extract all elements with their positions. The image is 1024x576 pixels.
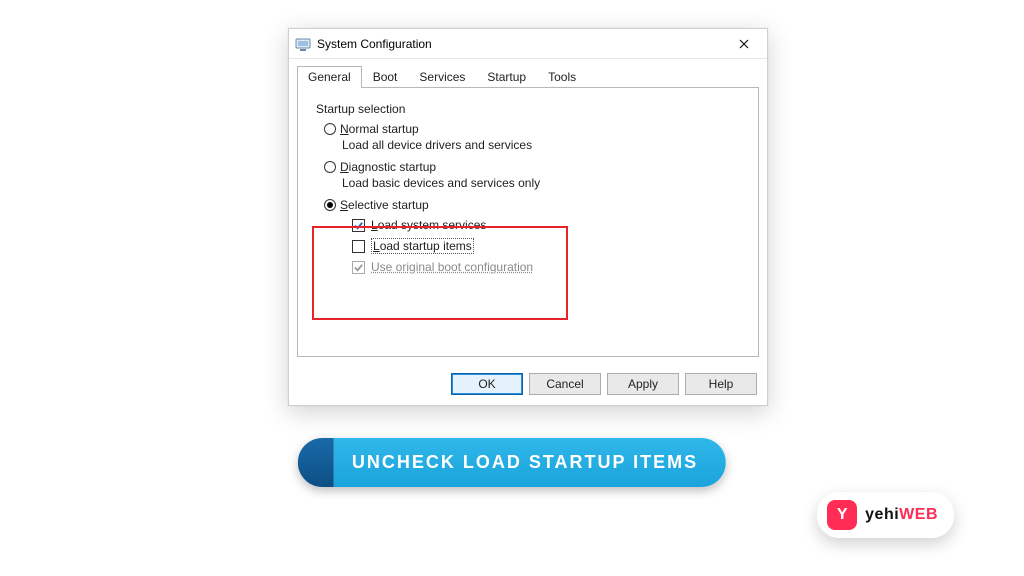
tab-services[interactable]: Services bbox=[408, 66, 476, 88]
logo-text: yehiWEB bbox=[865, 506, 938, 524]
radio-selective-startup[interactable]: Selective startup bbox=[324, 198, 742, 212]
msconfig-window: System Configuration General Boot Servic… bbox=[288, 28, 768, 406]
dialog-button-bar: OK Cancel Apply Help bbox=[289, 365, 767, 405]
tab-general[interactable]: General bbox=[297, 66, 362, 88]
help-button[interactable]: Help bbox=[685, 373, 757, 395]
tab-tools[interactable]: Tools bbox=[537, 66, 587, 88]
checkbox-icon bbox=[352, 261, 365, 274]
checkbox-load-system-services[interactable]: Load system services bbox=[352, 218, 742, 232]
checkbox-label: Use original boot configuration bbox=[371, 260, 533, 274]
tab-startup[interactable]: Startup bbox=[476, 66, 537, 88]
titlebar: System Configuration bbox=[289, 29, 767, 59]
radio-diagnostic-startup[interactable]: Diagnostic startup bbox=[324, 160, 742, 174]
radio-label: Selective startup bbox=[340, 198, 429, 212]
radio-icon bbox=[324, 161, 336, 173]
radio-label: Normal startup bbox=[340, 122, 419, 136]
radio-normal-startup[interactable]: Normal startup bbox=[324, 122, 742, 136]
startup-selection-label: Startup selection bbox=[316, 102, 742, 116]
cancel-button[interactable]: Cancel bbox=[529, 373, 601, 395]
checkbox-label: Load startup items bbox=[371, 238, 474, 254]
normal-startup-desc: Load all device drivers and services bbox=[342, 138, 742, 152]
radio-label: Diagnostic startup bbox=[340, 160, 436, 174]
caption-accent bbox=[298, 438, 334, 487]
radio-icon bbox=[324, 199, 336, 211]
checkbox-label: Load system services bbox=[371, 218, 486, 232]
apply-button[interactable]: Apply bbox=[607, 373, 679, 395]
checkbox-icon bbox=[352, 240, 365, 253]
close-button[interactable] bbox=[727, 33, 761, 55]
checkbox-load-startup-items[interactable]: Load startup items bbox=[352, 238, 742, 254]
tab-panel-general: Startup selection Normal startup Load al… bbox=[297, 87, 759, 357]
ok-button[interactable]: OK bbox=[451, 373, 523, 395]
logo-mark: Y bbox=[827, 500, 857, 530]
checkbox-icon bbox=[352, 219, 365, 232]
window-title: System Configuration bbox=[317, 37, 727, 51]
checkbox-use-original-boot: Use original boot configuration bbox=[352, 260, 742, 274]
site-logo: Y yehiWEB bbox=[817, 492, 954, 538]
diagnostic-startup-desc: Load basic devices and services only bbox=[342, 176, 742, 190]
tab-boot[interactable]: Boot bbox=[362, 66, 409, 88]
caption-text: UNCHECK LOAD STARTUP ITEMS bbox=[334, 438, 726, 487]
msconfig-icon bbox=[295, 36, 311, 52]
radio-icon bbox=[324, 123, 336, 135]
caption-banner: UNCHECK LOAD STARTUP ITEMS bbox=[298, 438, 726, 487]
tab-strip: General Boot Services Startup Tools bbox=[289, 59, 767, 87]
